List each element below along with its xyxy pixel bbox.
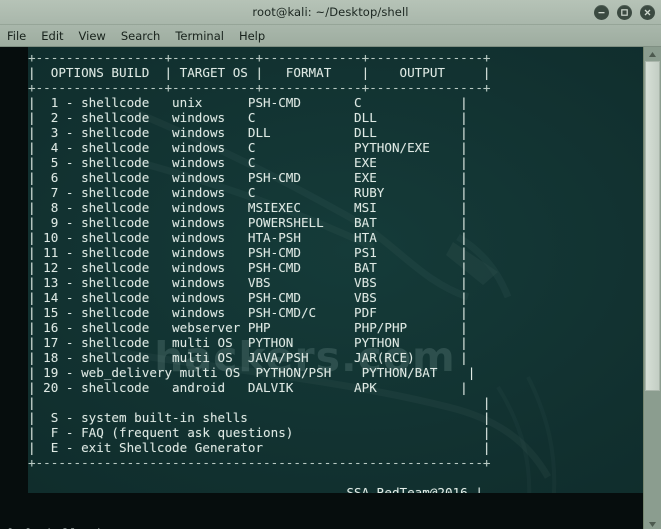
table-row: | 16 - shellcode webserver PHP PHP/PHP | bbox=[28, 320, 468, 336]
table-row: | 19 - web_delivery multi OS PYTHON/PSH … bbox=[28, 365, 476, 381]
table-row: | 1 - shellcode unix PSH-CMD C | bbox=[28, 95, 468, 111]
table-row: | 15 - shellcode windows PSH-CMD/C PDF | bbox=[28, 305, 468, 321]
close-icon bbox=[644, 9, 651, 15]
menu-item-file[interactable]: File bbox=[7, 29, 26, 43]
window-controls bbox=[594, 0, 655, 24]
command-row: | F - FAQ (frequent ask questions) | bbox=[28, 425, 491, 441]
table-row: | 17 - shellcode multi OS PYTHON PYTHON … bbox=[28, 335, 468, 351]
scrollbar[interactable] bbox=[643, 47, 661, 529]
table-row: | 2 - shellcode windows C DLL | bbox=[28, 110, 468, 126]
table-row: | 9 - shellcode windows POWERSHELL BAT | bbox=[28, 215, 468, 231]
table-row: | 3 - shellcode windows DLL DLL | bbox=[28, 125, 468, 141]
menu-item-edit[interactable]: Edit bbox=[41, 29, 63, 43]
menu-item-view[interactable]: View bbox=[79, 29, 106, 43]
menu-item-help[interactable]: Help bbox=[239, 29, 265, 43]
table-row: | 13 - shellcode windows VBS VBS | bbox=[28, 275, 468, 291]
table-header-row: | OPTIONS BUILD | TARGET OS | FORMAT | O… bbox=[28, 65, 491, 81]
table-row: | 12 - shellcode windows PSH-CMD BAT | bbox=[28, 260, 468, 276]
close-button[interactable] bbox=[640, 4, 655, 20]
command-row: | S - system built-in shells | bbox=[28, 410, 491, 426]
table-row: | 7 - shellcode windows C RUBY | bbox=[28, 185, 468, 201]
scrollbar-up-button[interactable] bbox=[644, 47, 661, 61]
table-row: | 6 shellcode windows PSH-CMD EXE | bbox=[28, 170, 468, 186]
table-rule-top: +-----------------+-----------+---------… bbox=[28, 50, 491, 65]
table-row: | 8 - shellcode windows MSIEXEC MSI | bbox=[28, 200, 468, 216]
table-row: | 5 - shellcode windows C EXE | bbox=[28, 155, 468, 171]
scrollbar-thumb[interactable] bbox=[645, 61, 660, 391]
table-row: | 11 - shellcode windows PSH-CMD PS1 | bbox=[28, 245, 468, 261]
console-blank bbox=[0, 470, 661, 485]
command-row: | E - exit Shellcode Generator | bbox=[28, 440, 491, 456]
table-row: | 20 - shellcode android DALVIK APK | bbox=[28, 380, 468, 396]
table-spacer-row: | | bbox=[28, 395, 491, 411]
table-rule-mid: +-----------------+-----------+---------… bbox=[28, 80, 491, 96]
chevron-up-icon bbox=[649, 51, 656, 57]
table-row: | 10 - shellcode windows HTA-PSH HTA | bbox=[28, 230, 468, 246]
menu-item-terminal[interactable]: Terminal bbox=[175, 29, 224, 43]
window-title: root@kali: ~/Desktop/shell bbox=[252, 5, 409, 19]
table-row: | 4 - shellcode windows C PYTHON/EXE | bbox=[28, 140, 468, 156]
minimize-button[interactable] bbox=[594, 4, 609, 20]
menu-bar: File Edit View Search Terminal Help bbox=[0, 25, 661, 47]
menu-item-search[interactable]: Search bbox=[121, 29, 161, 43]
chevron-down-icon bbox=[649, 521, 656, 527]
terminal-window: root@kali: ~/Desktop/shell File Edit Vie… bbox=[0, 0, 661, 529]
scrollbar-down-button[interactable] bbox=[644, 517, 661, 529]
table-rule-bottom: +---------------------------------------… bbox=[28, 455, 491, 471]
title-bar[interactable]: root@kali: ~/Desktop/shell bbox=[0, 0, 661, 25]
table-row: | 18 - shellcode multi OS JAVA/PSH JAR(R… bbox=[28, 350, 468, 366]
maximize-button[interactable] bbox=[617, 4, 632, 20]
console-output: +-----------------+-----------+---------… bbox=[0, 47, 661, 500]
minimize-icon bbox=[598, 11, 605, 13]
table-row: | 14 - shellcode windows PSH-CMD VBS | bbox=[28, 290, 468, 306]
prompt-area[interactable]: [] Shellcode Generator [] Chose Your Ven… bbox=[0, 493, 661, 529]
maximize-icon bbox=[621, 8, 628, 16]
terminal-body[interactable]: hackers.com FREE +-----------------+----… bbox=[0, 47, 661, 529]
